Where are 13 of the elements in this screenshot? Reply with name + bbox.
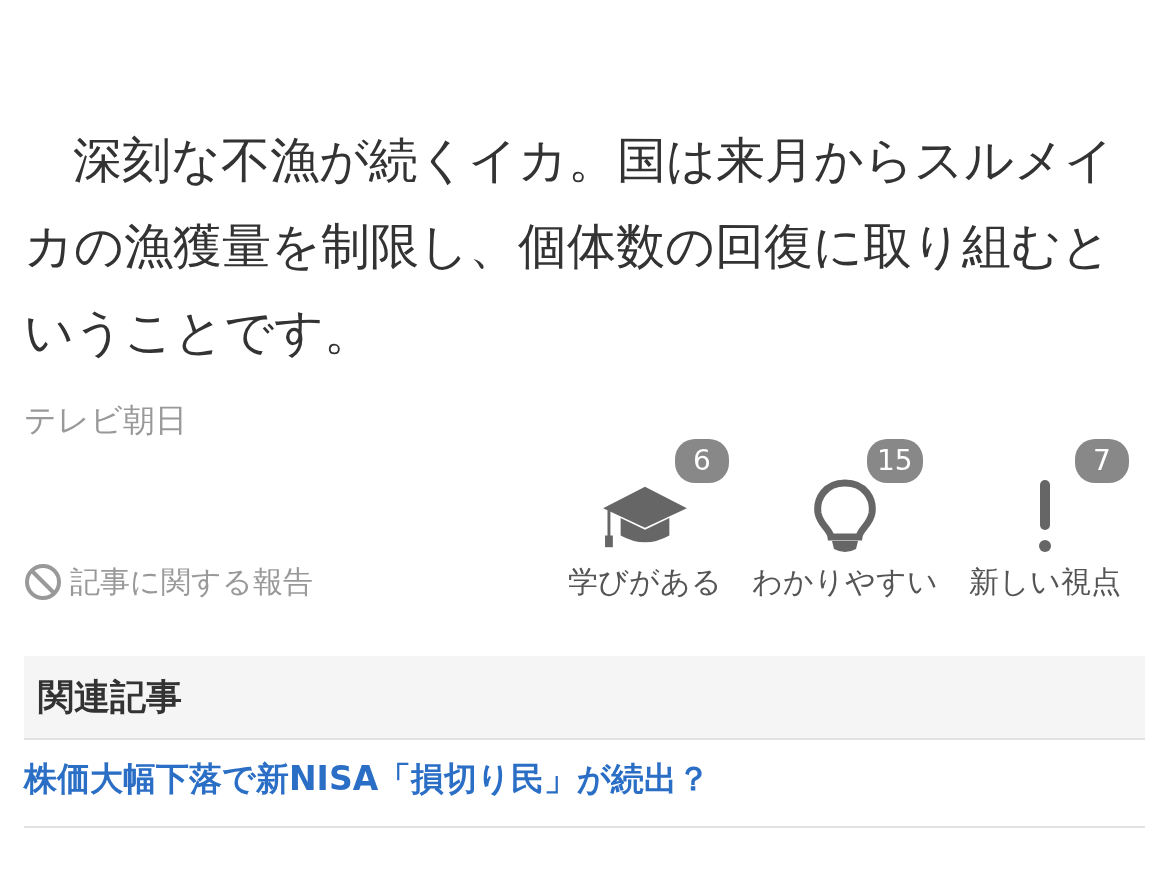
reaction-button[interactable]: 15 わかりやすい <box>745 439 945 604</box>
count-badge: 6 <box>675 439 729 483</box>
reaction-button[interactable]: 7 新しい視点 <box>945 439 1145 604</box>
lightbulb-icon <box>814 479 876 555</box>
related-article-link[interactable]: 株価大幅下落で新NISA「損切り民」が続出？ <box>24 740 1145 828</box>
source-name: テレビ朝日 <box>24 400 188 441</box>
prohibited-icon <box>24 562 62 601</box>
reaction-button[interactable]: 6 学びがある <box>545 439 745 604</box>
count-badge: 7 <box>1075 439 1129 483</box>
article-paragraph: 深刻な不漁が続くイカ。国は来月からスルメイカの漁獲量を制限し、個体数の回復に取り組むということです。 <box>24 131 1115 363</box>
section-header: 関連記事 <box>24 656 1145 740</box>
count-badge: 15 <box>867 439 923 483</box>
exclamation-icon <box>1038 479 1052 555</box>
